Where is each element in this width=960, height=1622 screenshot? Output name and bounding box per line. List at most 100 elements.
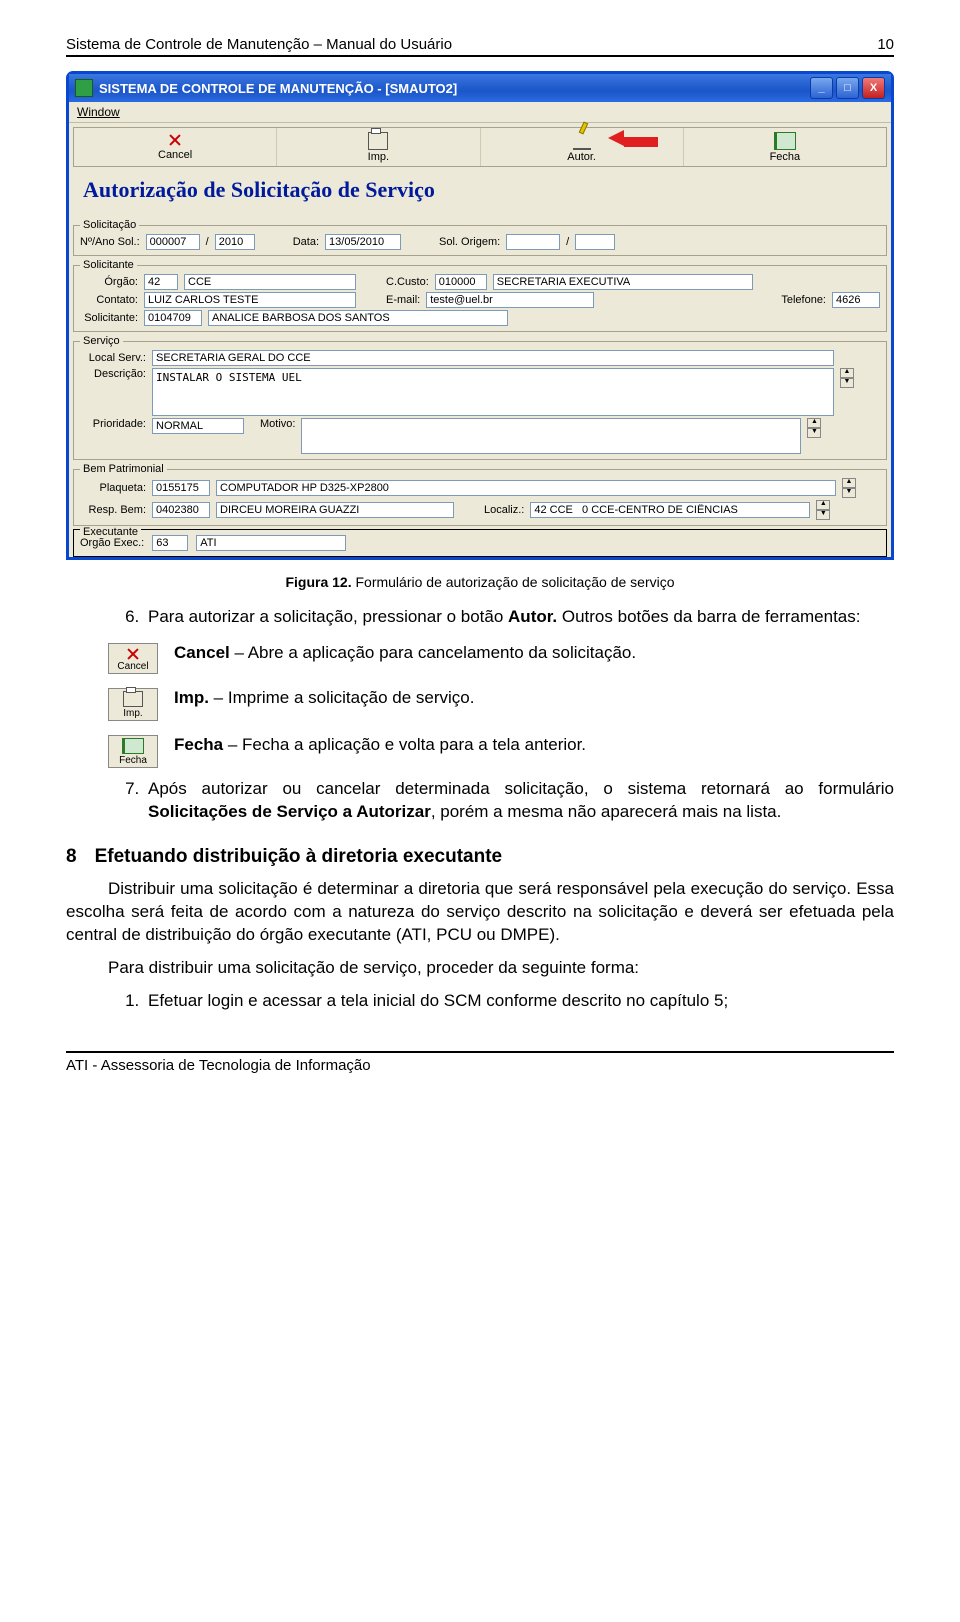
minimize-button[interactable]: _ [810, 77, 833, 99]
fieldset-solicitacao: Solicitação Nº/Ano Sol.: / Data: Sol. Or… [73, 219, 887, 256]
local-input[interactable] [152, 350, 834, 366]
mini-cancel-label: Cancel [117, 661, 148, 672]
tel-input[interactable] [832, 292, 880, 308]
fecha-label: Fecha [770, 151, 801, 163]
autor-button[interactable]: Autor. [481, 128, 684, 166]
print-button[interactable]: Imp. [277, 128, 480, 166]
prio-label: Prioridade: [80, 418, 146, 430]
exec-cod-input[interactable] [152, 535, 188, 551]
descr-textarea[interactable] [152, 368, 834, 416]
mini-fecha-button[interactable]: Fecha [108, 735, 158, 768]
local-label: Local Serv.: [80, 352, 146, 364]
origem-num-input[interactable] [506, 234, 560, 250]
exec-label: Órgão Exec.: [80, 537, 144, 549]
orgao-label: Órgão: [80, 276, 138, 288]
motivo-textarea[interactable] [301, 418, 801, 454]
section8-p1: Distribuir uma solicitação é determinar … [66, 878, 894, 947]
step7-b: , porém a mesma não aparecerá mais na li… [431, 802, 782, 821]
fecha-button[interactable]: Fecha [684, 128, 886, 166]
mini-fecha-label: Fecha [119, 755, 147, 766]
resp-cod-input[interactable] [152, 502, 210, 518]
mini-imp-button[interactable]: Imp. [108, 688, 158, 721]
origem-sep: / [566, 236, 569, 248]
tel-label: Telefone: [781, 294, 826, 306]
orgao-cod-input[interactable] [144, 274, 178, 290]
ano-input[interactable] [215, 234, 255, 250]
printer-icon [123, 691, 143, 707]
orgao-nome-input[interactable] [184, 274, 356, 290]
section8-p2: Para distribuir uma solicitação de servi… [66, 957, 894, 980]
autor-label: Autor. [567, 151, 596, 163]
menubar: Window [69, 102, 891, 123]
legend-servico: Serviço [80, 335, 123, 347]
origem-label: Sol. Origem: [439, 236, 500, 248]
loc-input[interactable] [530, 502, 810, 518]
plaq-nome-input[interactable] [216, 480, 836, 496]
section-8-title: 8 Efetuando distribuição à diretoria exe… [66, 846, 894, 868]
header-rule [66, 55, 894, 57]
resp-label: Resp. Bem: [80, 504, 146, 516]
figure-text: Formulário de autorização de solicitação… [352, 574, 675, 590]
door-icon [774, 132, 796, 150]
mini-cancel-button[interactable]: Cancel [108, 643, 158, 674]
form-heading: Autorização de Solicitação de Serviço [69, 171, 891, 219]
solic-nome-input[interactable] [208, 310, 508, 326]
section8-li1: Efetuar login e acessar a tela inicial d… [144, 990, 894, 1013]
ccusto-cod-input[interactable] [435, 274, 487, 290]
legend-solicitante: Solicitante [80, 259, 137, 271]
section-8-num: 8 [66, 846, 77, 868]
origem-ano-input[interactable] [575, 234, 615, 250]
num-input[interactable] [146, 234, 200, 250]
motivo-spinner[interactable]: ▲▼ [807, 418, 821, 438]
solic-cod-input[interactable] [144, 310, 202, 326]
fecha-rest: – Fecha a aplicação e volta para a tela … [223, 735, 586, 754]
cancel-rest: – Abre a aplicação para cancelamento da … [230, 643, 636, 662]
data-input[interactable] [325, 234, 401, 250]
titlebar: SISTEMA DE CONTROLE DE MANUTENÇÃO - [SMA… [69, 74, 891, 102]
fecha-bold: Fecha [174, 735, 223, 754]
menu-window[interactable]: Window [77, 105, 120, 119]
step6-a: Para autorizar a solicitação, pressionar… [148, 607, 508, 626]
step6-bold: Autor. [508, 607, 557, 626]
desc-fecha-row: Fecha Fecha – Fecha a aplicação e volta … [108, 735, 894, 768]
loc-spinner[interactable]: ▲▼ [816, 500, 830, 520]
descr-label: Descrição: [80, 368, 146, 380]
plaq-cod-input[interactable] [152, 480, 210, 496]
step7-a: Após autorizar ou cancelar determinada s… [148, 779, 894, 798]
desc-imp-row: Imp. Imp. – Imprime a solicitação de ser… [108, 688, 894, 721]
close-button[interactable]: X [862, 77, 885, 99]
app-window: SISTEMA DE CONTROLE DE MANUTENÇÃO - [SMA… [66, 71, 894, 560]
step6-b: Outros botões da barra de ferramentas: [562, 607, 861, 626]
cancel-button[interactable]: Cancel [74, 128, 277, 166]
prio-input[interactable] [152, 418, 244, 434]
exec-nome-input[interactable] [196, 535, 346, 551]
cancel-icon [124, 646, 142, 660]
page-number: 10 [877, 36, 894, 53]
step-7: Após autorizar ou cancelar determinada s… [144, 778, 894, 824]
toolbar: Cancel Imp. Autor. Fecha [73, 127, 887, 167]
data-label: Data: [293, 236, 319, 248]
plaq-label: Plaqueta: [80, 482, 146, 494]
ccusto-nome-input[interactable] [493, 274, 753, 290]
app-icon [75, 79, 93, 97]
email-input[interactable] [426, 292, 594, 308]
resp-nome-input[interactable] [216, 502, 454, 518]
motivo-label: Motivo: [260, 418, 295, 430]
num-label: Nº/Ano Sol.: [80, 236, 140, 248]
desc-cancel-row: Cancel Cancel – Abre a aplicação para ca… [108, 643, 894, 674]
cancel-icon [166, 132, 184, 148]
plaq-spinner[interactable]: ▲▼ [842, 478, 856, 498]
num-sep: / [206, 236, 209, 248]
doc-title: Sistema de Controle de Manutenção – Manu… [66, 36, 452, 53]
executante-bar: Executante Órgão Exec.: [73, 529, 887, 557]
legend-solicitacao: Solicitação [80, 219, 139, 231]
maximize-button[interactable]: □ [836, 77, 859, 99]
descr-spinner[interactable]: ▲▼ [840, 368, 854, 388]
print-label: Imp. [368, 151, 389, 163]
printer-icon [368, 132, 388, 150]
imp-rest: – Imprime a solicitação de serviço. [209, 688, 475, 707]
contato-input[interactable] [144, 292, 356, 308]
cancel-label: Cancel [158, 149, 192, 161]
step7-bold: Solicitações de Serviço a Autorizar [148, 802, 431, 821]
mini-imp-label: Imp. [123, 708, 142, 719]
